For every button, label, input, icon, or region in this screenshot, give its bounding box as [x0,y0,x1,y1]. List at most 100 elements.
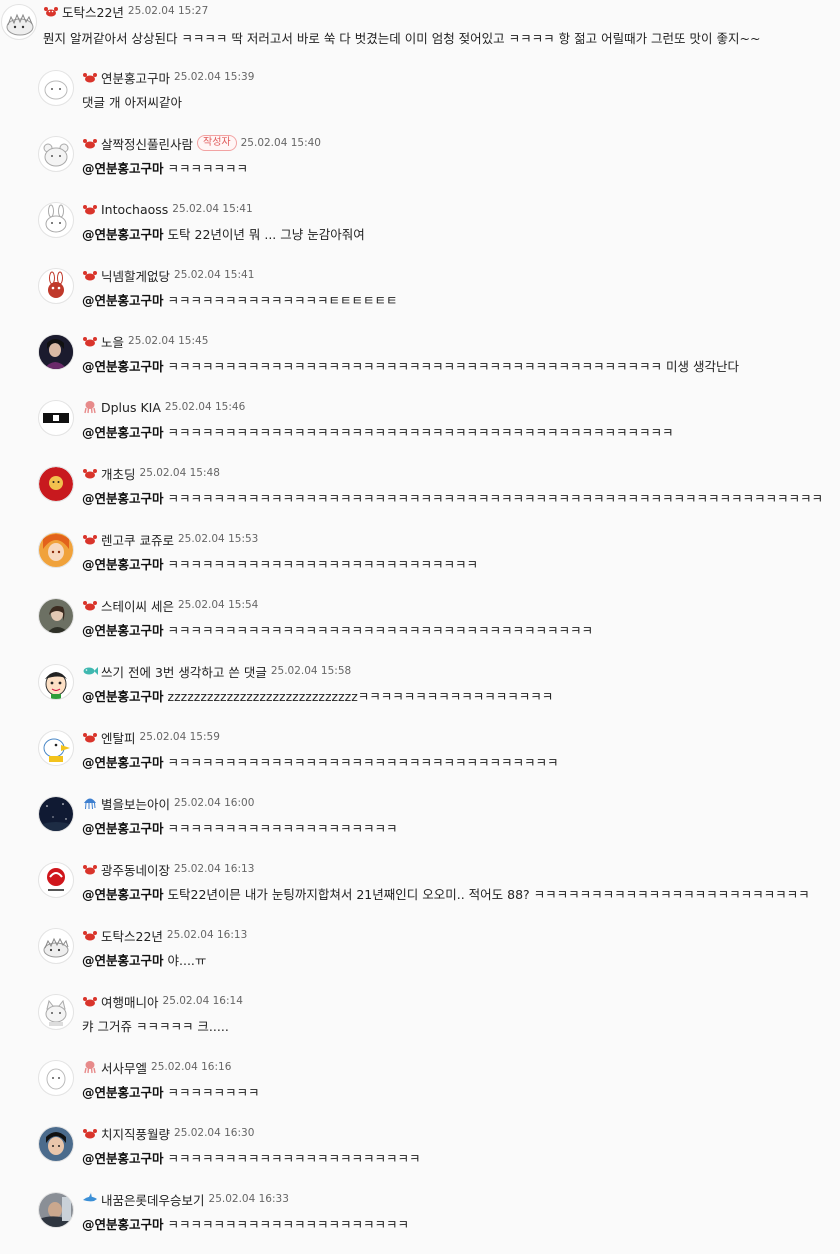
cat-icon[interactable] [38,994,74,1030]
reply-mention[interactable]: @연분홍고구마 [82,821,164,836]
jellyfish-icon [82,796,98,810]
reply-text-row: @연분홍고구마 ㅋㅋㅋㅋㅋㅋㅋㅋㅋㅋㅋㅋㅋㅋㅋㅋㅋㅋㅋㅋㅋㅋㅋㅋㅋㅋㅋㅋㅋㅋㅋㅋㅋ… [82,356,739,375]
reply-date: 25.02.04 15:39 [174,71,255,83]
red-mascot-icon[interactable] [38,466,74,502]
reply-mention[interactable]: @연분홍고구마 [82,755,164,770]
crab-icon [82,994,98,1008]
reply-date: 25.02.04 16:33 [208,1193,289,1205]
reply-date: 25.02.04 16:13 [174,863,255,875]
photo-avatar-icon[interactable] [38,598,74,634]
team-logo-icon[interactable] [38,400,74,436]
reply-item: 연분홍고구마 25.02.04 15:39 댓글 개 아저씨같아 [0,66,840,132]
reply-text-row: @연분홍고구마 ㅋㅋㅋㅋㅋㅋㅋㅋㅋㅋㅋㅋㅋㅋㅋㅋㅋㅋㅋㅋㅋㅋㅋㅋㅋㅋㅋㅋㅋㅋㅋㅋㅋ… [82,620,593,639]
reply-text-row: @연분홍고구마 ㅋㅋㅋㅋㅋㅋㅋㅋㅋㅋㅋㅋㅋㅋㅋㅋㅋㅋㅋㅋㅋㅋ [82,1148,421,1167]
reply-nickname[interactable]: Dplus KIA [101,400,161,415]
comment-nickname[interactable]: 도탁스22년 [62,2,124,21]
reply-nickname[interactable]: 별을보는아이 [101,794,170,813]
reply-text: ㅋㅋㅋㅋㅋㅋㅋㅋㅋㅋㅋㅋㅋㅋㅋㅋㅋㅋㅋㅋㅋㅋ [167,1151,421,1166]
reply-text-row: @연분홍고구마 야....ㅠ [82,950,206,969]
night-sky-icon[interactable] [38,796,74,832]
reply-text: 도탁 22년이년 뭐 ... 그냥 눈감아줘여 [167,227,365,242]
reply-nickname[interactable]: 여행매니아 [101,992,159,1011]
reply-mention[interactable]: @연분홍고구마 [82,557,164,572]
reply-date: 25.02.04 16:30 [174,1127,255,1139]
reply-nickname[interactable]: 닉넴할게없당 [101,266,170,285]
reply-mention[interactable]: @연분홍고구마 [82,425,164,440]
hedgehog-icon[interactable] [38,928,74,964]
reply-item: 노을 25.02.04 15:45 @연분홍고구마 ㅋㅋㅋㅋㅋㅋㅋㅋㅋㅋㅋㅋㅋㅋㅋ… [0,330,840,396]
blob-icon[interactable] [38,1060,74,1096]
red-logo-icon[interactable] [38,862,74,898]
comment-text: 뭔지 알꺼같아서 상상된다 ㅋㅋㅋㅋ 딱 저러고서 바로 쑥 다 벗겼는데 이미… [43,31,761,46]
reply-item: 별을보는아이 25.02.04 16:00 @연분홍고구마 ㅋㅋㅋㅋㅋㅋㅋㅋㅋㅋㅋ… [0,792,840,858]
reply-mention[interactable]: @연분홍고구마 [82,359,164,374]
reply-date: 25.02.04 16:16 [151,1061,232,1073]
reply-text: ㅋㅋㅋㅋㅋㅋㅋㅋㅋㅋㅋㅋㅋㅋㅋㅋㅋㅋㅋㅋㅋ [167,1217,410,1232]
reply-nickname[interactable]: 연분홍고구마 [101,68,170,87]
reply-mention[interactable]: @연분홍고구마 [82,293,164,308]
reply-nickname[interactable]: 렌고쿠 쿄쥬로 [101,530,174,549]
reply-date: 25.02.04 15:41 [172,203,253,215]
reply-nickname[interactable]: 노을 [101,332,124,351]
bird-icon[interactable] [38,730,74,766]
reply-mention[interactable]: @연분홍고구마 [82,1217,164,1232]
photo-avatar-icon[interactable] [38,334,74,370]
reply-mention[interactable]: @연분홍고구마 [82,953,164,968]
reply-item: 렌고쿠 쿄쥬로 25.02.04 15:53 @연분홍고구마 ㅋㅋㅋㅋㅋㅋㅋㅋㅋㅋ… [0,528,840,594]
crab-icon [82,334,98,348]
reply-nickname[interactable]: Intochaoss [101,202,168,217]
reply-item: 개초딩 25.02.04 15:48 @연분홍고구마 ㅋㅋㅋㅋㅋㅋㅋㅋㅋㅋㅋㅋㅋㅋ… [0,462,840,528]
reply-text-row: @연분홍고구마 ㅋㅋㅋㅋㅋㅋㅋㅋㅋㅋㅋㅋㅋㅋㅋㅋㅋㅋㅋㅋㅋㅋㅋㅋㅋㅋㅋ [82,554,478,573]
reply-date: 25.02.04 15:59 [139,731,220,743]
hedgehog-icon[interactable] [1,4,37,40]
photo-avatar-icon[interactable] [38,1192,74,1228]
reply-item: 닉넴할게없당 25.02.04 15:41 @연분홍고구마 ㅋㅋㅋㅋㅋㅋㅋㅋㅋㅋㅋ… [0,264,840,330]
reply-mention[interactable]: @연분홍고구마 [82,689,164,704]
reply-date: 25.02.04 15:54 [177,599,259,611]
red-rabbit-icon[interactable] [38,268,74,304]
photo-avatar-icon[interactable] [38,1126,74,1162]
reply-nickname[interactable]: 내꿈은롯데우승보기 [101,1190,205,1209]
bear-icon[interactable] [38,136,74,172]
reply-text-row: @연분홍고구마 ㅋㅋㅋㅋㅋㅋㅋㅋ [82,1082,260,1101]
reply-nickname[interactable]: 도탁스22년 [101,926,163,945]
reply-item: 쓰기 전에 3번 생각하고 쓴 댓글 25.02.04 15:58 @연분홍고구… [0,660,840,726]
blob-icon[interactable] [38,70,74,106]
reply-text: ㅋㅋㅋㅋㅋㅋㅋㅋㅋㅋㅋㅋㅋㅋㅋㅋㅋㅋㅋㅋㅋㅋㅋㅋㅋㅋㅋㅋㅋㅋㅋㅋㅋㅋㅋㅋㅋㅋㅋㅋ… [167,491,824,506]
anime-avatar-icon[interactable] [38,532,74,568]
reply-date: 25.02.04 15:45 [128,335,209,347]
crab-icon [82,466,98,480]
crab-icon [82,532,98,546]
reply-nickname[interactable]: 살짝정신풀린사람 [101,134,193,153]
rabbit-icon[interactable] [38,202,74,238]
reply-text-row: 캬 그거쥬 ㅋㅋㅋㅋㅋ 크..... [82,1016,229,1035]
comment-item: 도탁스22년 25.02.04 15:27 뭔지 알꺼같아서 상상된다 ㅋㅋㅋㅋ… [0,0,840,56]
reply-mention[interactable]: @연분홍고구마 [82,491,164,506]
reply-mention[interactable]: @연분홍고구마 [82,227,164,242]
reply-mention[interactable]: @연분홍고구마 [82,623,164,638]
reply-mention[interactable]: @연분홍고구마 [82,161,164,176]
cartoon-boy-icon[interactable] [38,664,74,700]
reply-nickname[interactable]: 개초딩 [101,464,136,483]
reply-mention[interactable]: @연분홍고구마 [82,1085,164,1100]
reply-nickname[interactable]: 엔탈피 [101,728,136,747]
reply-date: 25.02.04 16:13 [166,929,248,941]
crab-icon [82,136,98,150]
reply-mention[interactable]: @연분홍고구마 [82,1151,164,1166]
reply-nickname[interactable]: 광주동네이장 [101,860,170,879]
reply-date: 25.02.04 15:53 [177,533,259,545]
reply-nickname[interactable]: 서사무엘 [101,1058,147,1077]
reply-nickname[interactable]: 스테이씨 세은 [101,596,174,615]
reply-mention[interactable]: @연분홍고구마 [82,887,164,902]
fish-icon [82,664,98,678]
reply-text: ㅋㅋㅋㅋㅋㅋㅋㅋㅋㅋㅋㅋㅋㅋㅋㅋㅋㅋㅋㅋ [167,821,398,836]
reply-text: ㅋㅋㅋㅋㅋㅋㅋㅋㅋㅋㅋㅋㅋㅋㅋㅋㅋㅋㅋㅋㅋㅋㅋㅋㅋㅋㅋㅋㅋㅋㅋㅋㅋㅋㅋㅋㅋ [167,623,594,638]
reply-item: Dplus KIA 25.02.04 15:46 @연분홍고구마 ㅋㅋㅋㅋㅋㅋㅋㅋ… [0,396,840,462]
reply-nickname[interactable]: 쓰기 전에 3번 생각하고 쓴 댓글 [101,662,267,681]
reply-text: 도탁22년이믄 내가 눈팅까지합쳐서 21년째인디 오오미.. 적어도 88? … [167,887,810,902]
reply-nickname[interactable]: 치지직풍월량 [101,1124,170,1143]
reply-text-row: @연분홍고구마 ㅋㅋㅋㅋㅋㅋㅋ [82,158,248,177]
reply-text-row: @연분홍고구마 도탁 22년이년 뭐 ... 그냥 눈감아줘여 [82,224,365,243]
reply-date: 25.02.04 15:40 [240,137,321,149]
reply-item: 스테이씨 세은 25.02.04 15:54 @연분홍고구마 ㅋㅋㅋㅋㅋㅋㅋㅋㅋㅋ… [0,594,840,660]
